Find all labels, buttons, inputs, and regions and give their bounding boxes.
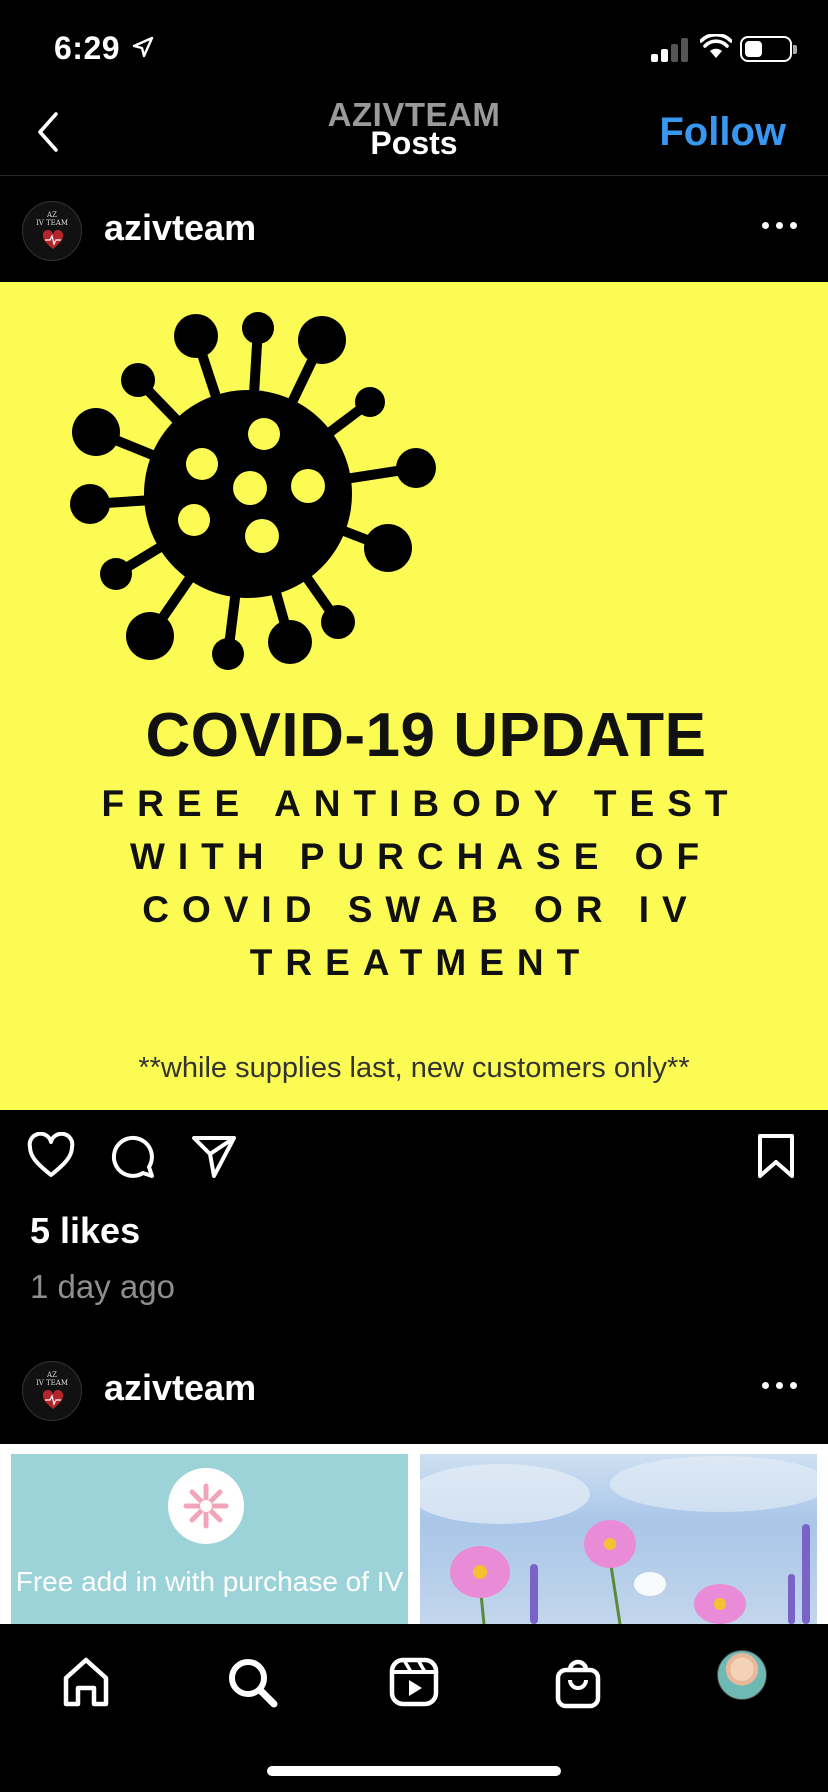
status-bar: 6:29 bbox=[0, 0, 828, 96]
bookmark-icon[interactable] bbox=[756, 1132, 796, 1180]
comment-icon[interactable] bbox=[108, 1132, 156, 1180]
reels-icon[interactable] bbox=[384, 1652, 444, 1712]
promo-body-line: FREE ANTIBODY TEST bbox=[101, 783, 741, 824]
battery-icon bbox=[740, 36, 797, 62]
status-time: 6:29 bbox=[54, 30, 121, 66]
shop-icon[interactable] bbox=[548, 1652, 608, 1712]
carousel-image-flowers[interactable] bbox=[420, 1454, 817, 1624]
coronavirus-icon bbox=[70, 312, 436, 670]
more-options-icon[interactable] bbox=[762, 215, 798, 235]
post-header: AZ IV TEAM azivteam bbox=[0, 1337, 828, 1443]
post-header: AZ IV TEAM azivteam bbox=[0, 177, 828, 283]
post-username[interactable]: azivteam bbox=[104, 207, 256, 249]
profile-avatar[interactable] bbox=[717, 1650, 767, 1700]
promo-body: FREE ANTIBODY TEST WITH PURCHASE OF COVI… bbox=[0, 777, 828, 989]
carousel-image-text: Free add in with purchase of IV bbox=[15, 1566, 404, 1597]
promo-title: COVID-19 UPDATE bbox=[145, 701, 707, 770]
heart-icon[interactable] bbox=[26, 1132, 76, 1180]
avatar[interactable]: AZ IV TEAM bbox=[22, 201, 82, 261]
heart-logo-icon bbox=[42, 230, 64, 249]
search-icon[interactable] bbox=[222, 1652, 282, 1712]
nav-header: AZIVTEAM Posts Follow bbox=[0, 96, 828, 176]
promo-body-line: TREATMENT bbox=[249, 942, 593, 983]
carousel-images[interactable]: Free add in with purchase of IV bbox=[0, 1444, 828, 1624]
home-indicator bbox=[267, 1766, 561, 1776]
heart-logo-icon bbox=[42, 1390, 64, 1409]
flower-logo-icon bbox=[168, 1468, 244, 1544]
avatar-logo-text: AZ IV TEAM bbox=[35, 211, 69, 227]
wifi-icon bbox=[700, 34, 732, 58]
avatar-logo-text: AZ IV TEAM bbox=[35, 1371, 69, 1387]
follow-button[interactable]: Follow bbox=[659, 110, 786, 155]
promo-body-line: WITH PURCHASE OF bbox=[129, 836, 713, 877]
carousel-image-promo[interactable]: Free add in with purchase of IV bbox=[11, 1454, 408, 1624]
post-timestamp: 1 day ago bbox=[30, 1268, 175, 1305]
avatar[interactable]: AZ IV TEAM bbox=[22, 1361, 82, 1421]
promo-footnote: **while supplies last, new customers onl… bbox=[138, 1052, 690, 1084]
flower-field-image bbox=[420, 1456, 817, 1624]
share-icon[interactable] bbox=[190, 1132, 238, 1180]
tab-bar bbox=[0, 1624, 828, 1792]
likes-count[interactable]: 5 likes bbox=[30, 1210, 140, 1252]
signal-strength-icon bbox=[651, 36, 691, 62]
post-image[interactable]: COVID-19 UPDATE FREE ANTIBODY TEST WITH … bbox=[0, 282, 828, 1110]
location-arrow-icon bbox=[132, 36, 154, 58]
post-username[interactable]: azivteam bbox=[104, 1367, 256, 1409]
more-options-icon[interactable] bbox=[762, 1375, 798, 1395]
home-icon[interactable] bbox=[56, 1652, 116, 1712]
battery-fill bbox=[745, 41, 762, 57]
promo-body-line: COVID SWAB OR IV bbox=[142, 889, 700, 930]
